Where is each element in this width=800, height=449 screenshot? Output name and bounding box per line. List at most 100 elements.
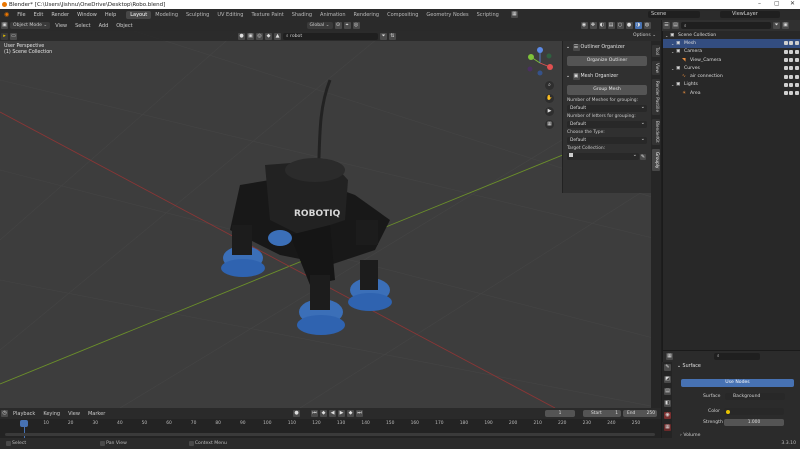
outliner-editor-icon[interactable]: ☰ [663,22,670,29]
camera-render-icon[interactable] [795,41,799,46]
meshes-count-dropdown[interactable]: Default [567,104,647,112]
filter-icon-2[interactable]: ▣ [247,32,254,40]
viewport-menu-object[interactable]: Object [112,23,136,29]
timeline-scrollbar[interactable] [5,433,655,436]
rendered-shading-icon[interactable]: ◍ [643,22,651,29]
play-icon[interactable]: ▶ [338,410,345,417]
eye-icon[interactable] [789,66,794,71]
properties-search-input[interactable]: ⌕ [714,352,760,360]
eye-icon[interactable] [789,58,794,63]
timeline-menu-keying[interactable]: Keying [39,411,64,417]
ortho-toggle-icon[interactable]: ▦ [545,120,554,129]
surface-shader-field[interactable]: Background [725,393,785,400]
organize-outliner-button[interactable]: Organize Outliner [567,56,647,66]
zoom-icon[interactable]: ⌕ [545,81,554,90]
tab-compositing[interactable]: Compositing [383,11,422,19]
tab-view[interactable]: View [652,61,660,75]
world-props-icon[interactable]: ◉ [664,412,671,419]
eye-icon[interactable] [789,74,794,79]
timeline-editor-icon[interactable]: ◷ [1,410,8,417]
tab-scripting[interactable]: Scripting [473,11,503,19]
camera-render-icon[interactable] [795,82,799,87]
sort-icon[interactable]: ⇅ [389,32,396,40]
filter-icon-1[interactable]: ● [238,32,245,40]
prev-keyframe-icon[interactable]: ◆ [320,410,327,417]
timeline-menu-view[interactable]: View [64,411,84,417]
next-keyframe-icon[interactable]: ◆ [347,410,354,417]
tab-layout[interactable]: Layout [126,10,152,19]
properties-editor-icon[interactable]: ▦ [666,352,673,360]
visibility-icon[interactable]: ◉ [580,22,588,29]
outliner-row-mesh[interactable]: ⌄ ▣ Mesh [663,39,800,48]
current-frame-field[interactable]: 1 [545,410,575,417]
eye-icon[interactable] [789,82,794,87]
proportional-edit-icon[interactable]: ◎ [352,22,360,29]
viewport-search-input[interactable]: ⌕ robot [283,32,378,40]
pan-hand-icon[interactable]: ✋ [545,94,554,103]
outliner-filter-icon[interactable]: ⏷ [773,22,780,29]
output-props-icon[interactable]: ▤ [664,388,671,395]
color-field[interactable] [724,408,784,415]
eye-icon[interactable] [789,49,794,54]
close-icon[interactable]: ✕ [790,0,795,7]
eye-icon[interactable] [789,91,794,96]
select-mode-icon[interactable]: ▭ [10,32,17,40]
filter-icon-3[interactable]: ◎ [256,32,263,40]
outliner-row-view-camera[interactable]: ◥ View_Camera [663,56,800,64]
menu-render[interactable]: Render [47,12,73,18]
tab-modeling[interactable]: Modeling [151,11,182,19]
scene-selector[interactable]: Scene [648,11,700,18]
camera-view-icon[interactable]: ▶ [545,107,554,116]
tool-props-icon[interactable]: ✎ [664,364,671,371]
play-reverse-icon[interactable]: ◀ [329,410,336,417]
outliner-row-lights[interactable]: ⌄ ▣ Lights [663,81,800,89]
navigation-gizmo[interactable] [525,45,555,79]
menu-help[interactable]: Help [101,12,120,18]
exclude-checkbox-icon[interactable] [783,74,788,79]
filter-funnel-icon[interactable]: ⏷ [380,32,387,40]
outliner-search-input[interactable]: ⌕ [681,22,771,29]
options-menu[interactable]: Options ⌄ [633,33,656,38]
tab-tool[interactable]: Tool [652,45,660,57]
tab-grouply[interactable]: Grouply [652,149,660,171]
scene-icon[interactable]: ▦ [510,11,518,18]
use-nodes-button[interactable]: Use Nodes [681,379,794,387]
exclude-checkbox-icon[interactable] [783,66,788,71]
timeline-menu-playback[interactable]: Playback [9,411,39,417]
tab-shading[interactable]: Shading [288,11,316,19]
menu-edit[interactable]: Edit [30,12,48,18]
letters-count-dropdown[interactable]: Default [567,120,647,128]
tab-texture-paint[interactable]: Texture Paint [247,11,287,19]
surface-section-header[interactable]: ⌄ Surface [663,361,800,372]
camera-render-icon[interactable] [795,58,799,63]
playhead[interactable] [20,420,28,427]
jump-end-icon[interactable]: ⏭ [356,410,363,417]
blender-menu-icon[interactable]: ◉ [0,11,13,18]
display-mode-icon[interactable]: ▤ [672,22,679,29]
view-layer-props-icon[interactable]: ◧ [664,400,671,407]
outliner-row-air-connection[interactable]: ∿ air connection [663,73,800,81]
viewlayer-selector[interactable]: ViewLayer [720,11,780,18]
wireframe-shading-icon[interactable]: ○ [616,22,624,29]
tab-rendering[interactable]: Rendering [350,11,384,19]
gizmo-icon[interactable]: ✥ [589,22,597,29]
tab-blenderkit[interactable]: BlenderKit [652,119,660,145]
viewport-menu-add[interactable]: Add [95,23,113,29]
end-frame-field[interactable]: End 250 [623,410,657,417]
mesh-organizer-header[interactable]: ⌄ ▣ Mesh Organizer [563,70,651,83]
camera-render-icon[interactable] [795,49,799,54]
viewport-menu-select[interactable]: Select [71,23,94,29]
camera-render-icon[interactable] [795,66,799,71]
material-shading-icon[interactable]: ◑ [634,22,642,29]
menu-file[interactable]: File [13,12,29,18]
robot-gripper-model[interactable]: ROBOTIQ [221,79,392,335]
solid-shading-icon[interactable]: ● [625,22,633,29]
select-tool-icon[interactable]: ▸ [1,32,8,40]
xray-icon[interactable]: ▤ [607,22,615,29]
editor-type-icon[interactable]: ▣ [1,22,8,29]
type-dropdown[interactable]: Default [567,136,647,144]
exclude-checkbox-icon[interactable] [783,49,788,54]
outliner-row-camera[interactable]: ⌄ ▣ Camera [663,48,800,56]
mode-dropdown[interactable]: Object Mode ⌄ [10,22,51,29]
outliner-row-curves[interactable]: ⌄ ▣ Curves [663,64,800,72]
